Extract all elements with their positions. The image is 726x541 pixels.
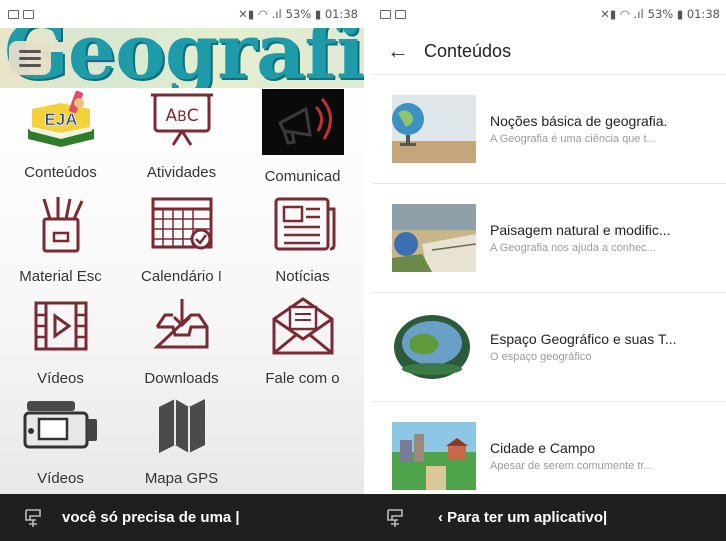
bottom-banner-left: você só precisa de uma | <box>0 494 364 541</box>
globe-desk-thumbnail <box>392 95 476 163</box>
mail-icon <box>266 294 340 358</box>
status-bar: ✕▮ ◠ .ıl 53% ▮ 01:38 <box>0 0 364 28</box>
tile-calendario[interactable]: Calendário I <box>121 192 242 285</box>
status-time: 53% ▮ 01:38 <box>647 7 720 21</box>
bottom-banner-text: ‹ Para ter um aplicativo| <box>438 509 608 526</box>
download-tray-icon <box>145 294 219 358</box>
page-title: Conteúdos <box>424 40 512 61</box>
bottom-banner-text: você só precisa de uma | <box>62 509 240 526</box>
item-title: Cidade e Campo <box>490 440 596 456</box>
item-subtitle: Apesar de serem comumente tr... <box>490 460 653 472</box>
status-bar: ✕▮ ◠ .ıl 53% ▮ 01:38 <box>372 0 726 28</box>
signal-icons: ✕▮ ◠ .ıl <box>238 7 282 21</box>
app-logo-icon <box>386 507 408 529</box>
item-title: Paisagem natural e modific... <box>490 222 671 238</box>
bottom-banner-right: ‹ Para ter um aplicativo| <box>372 494 726 541</box>
menu-button[interactable] <box>9 41 51 75</box>
tile-label: Material Esc <box>19 268 102 285</box>
eja-book-icon: EJA <box>24 88 98 152</box>
banner-title: Geografia <box>4 28 364 88</box>
item-subtitle: O espaço geográfico <box>490 351 592 363</box>
tile-label: Vídeos <box>37 370 84 387</box>
image-icon <box>380 9 391 19</box>
right-screen: ✕▮ ◠ .ıl 53% ▮ 01:38 ← Conteúdos Noções … <box>372 0 726 494</box>
tile-conteudos[interactable]: EJA Conteúdos <box>0 88 121 181</box>
status-right: ✕▮ ◠ .ıl 53% ▮ 01:38 <box>600 7 720 21</box>
tile-label: Comunicad <box>264 168 341 185</box>
tile-label: Notícias <box>275 268 330 285</box>
tile-videos-2[interactable]: Vídeos <box>0 394 121 487</box>
content-list: Noções básica de geografia. A Geografia … <box>372 74 726 494</box>
item-subtitle: A Geografia nos ajuda a conhec... <box>490 242 656 254</box>
newspaper-icon <box>266 192 340 256</box>
screen-icon <box>23 9 34 19</box>
tile-material-escolar[interactable]: Material Esc <box>0 192 121 285</box>
image-icon <box>8 9 19 19</box>
bottom-divider <box>364 494 372 541</box>
calendar-icon <box>145 192 219 256</box>
tile-label: Atividades <box>146 164 217 181</box>
tile-label: Fale com o <box>265 370 340 387</box>
item-title: Noções básica de geografia. <box>490 113 668 129</box>
screen-icon <box>395 9 406 19</box>
list-item[interactable]: Espaço Geográfico e suas T... O espaço g… <box>372 292 726 401</box>
megaphone-icon <box>261 88 344 156</box>
back-arrow-icon[interactable]: ← <box>372 28 424 74</box>
tile-label: Conteúdos <box>24 164 97 181</box>
tile-downloads[interactable]: Downloads <box>121 294 242 387</box>
notification-icons <box>380 9 406 19</box>
panel-divider <box>364 0 372 494</box>
menu-grid: EJA Conteúdos ABC Atividades Comunicad M… <box>0 88 364 494</box>
status-right: ✕▮ ◠ .ıl 53% ▮ 01:38 <box>238 7 358 21</box>
signal-icons: ✕▮ ◠ .ıl <box>600 7 644 21</box>
item-title: Espaço Geográfico e suas T... <box>490 331 677 347</box>
tile-label: Downloads <box>144 370 219 387</box>
item-subtitle: A Geografia é uma ciência que t... <box>490 133 656 145</box>
tile-fale-conosco[interactable]: Fale com o <box>242 294 363 387</box>
tile-comunicados[interactable]: Comunicad <box>242 88 363 185</box>
svg-text:EJA: EJA <box>44 110 77 129</box>
earth-globe-thumbnail <box>392 313 476 381</box>
film-icon <box>24 294 98 358</box>
tile-videos[interactable]: Vídeos <box>0 294 121 387</box>
tile-noticias[interactable]: Notícias <box>242 192 363 285</box>
status-time: 53% ▮ 01:38 <box>285 7 358 21</box>
tile-mapa-gps[interactable]: Mapa GPS <box>121 394 242 487</box>
app-bar: ← Conteúdos <box>372 28 726 74</box>
map-icon <box>145 394 219 458</box>
list-item[interactable]: Paisagem natural e modific... A Geografi… <box>372 183 726 292</box>
tile-atividades[interactable]: ABC Atividades <box>121 88 242 181</box>
tile-label: Mapa GPS <box>144 470 219 487</box>
app-logo-icon <box>24 507 46 529</box>
list-item[interactable]: Cidade e Campo Apesar de serem comumente… <box>372 401 726 494</box>
camcorder-icon <box>15 394 107 458</box>
app-banner: Geografia <box>0 28 364 88</box>
tile-label: Vídeos <box>37 470 84 487</box>
city-countryside-thumbnail <box>392 422 476 490</box>
svg-text:ABC: ABC <box>165 106 198 126</box>
notification-icons <box>8 9 34 19</box>
tile-label: Calendário I <box>141 268 222 285</box>
abc-board-icon: ABC <box>145 88 219 152</box>
pencil-holder-icon <box>24 192 98 256</box>
landscape-book-thumbnail <box>392 204 477 272</box>
list-item[interactable]: Noções básica de geografia. A Geografia … <box>372 74 726 183</box>
left-screen: ✕▮ ◠ .ıl 53% ▮ 01:38 Geografia EJA Conte… <box>0 0 364 494</box>
